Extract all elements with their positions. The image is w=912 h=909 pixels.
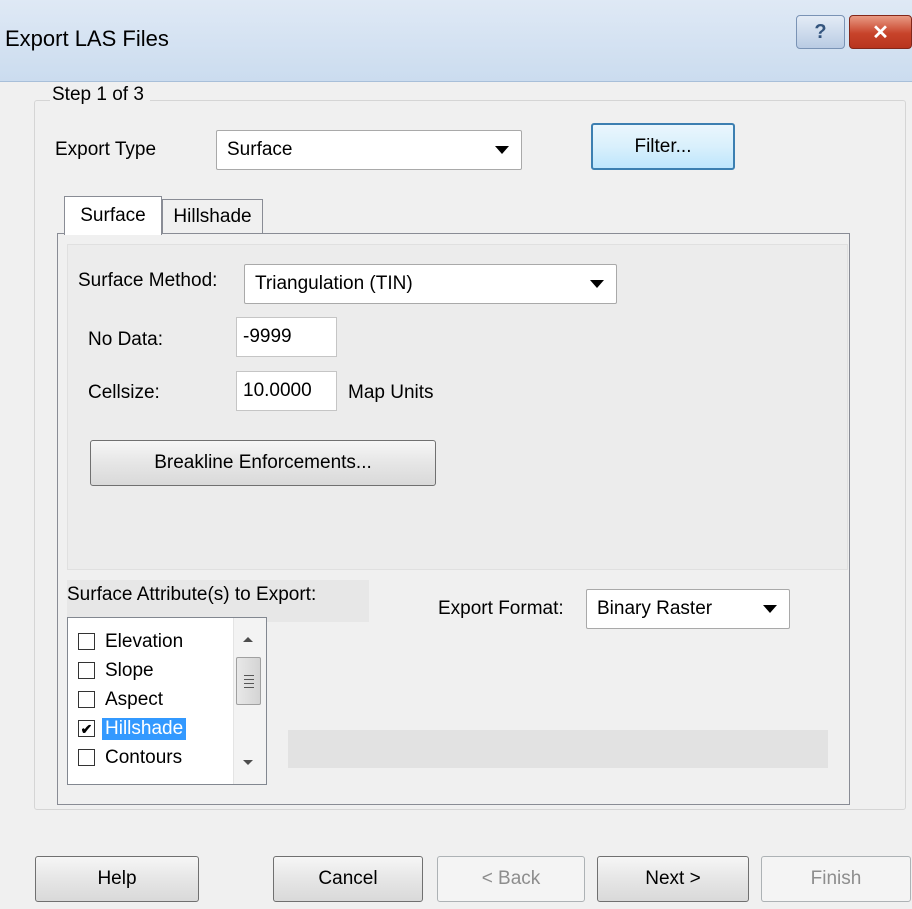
nodata-input[interactable]: -9999	[236, 317, 337, 357]
checkmark-icon: ✔	[80, 720, 93, 737]
list-item[interactable]: ✔ Hillshade	[78, 714, 187, 743]
export-type-label: Export Type	[55, 139, 157, 160]
back-button[interactable]: < Back	[437, 856, 585, 902]
attributes-label: Surface Attribute(s) to Export:	[67, 584, 317, 605]
list-item[interactable]: Contours	[78, 743, 185, 772]
checkbox-elevation[interactable]	[78, 633, 95, 650]
dropdown-arrow-icon	[495, 146, 509, 154]
title-bar[interactable]: Export LAS Files ? ✕	[0, 0, 912, 82]
window-title: Export LAS Files	[5, 26, 169, 51]
checkbox-slope[interactable]	[78, 662, 95, 679]
status-bar	[288, 730, 828, 768]
next-button[interactable]: Next >	[597, 856, 749, 902]
tab-surface[interactable]: Surface	[64, 196, 162, 235]
checkbox-aspect[interactable]	[78, 691, 95, 708]
close-icon: ✕	[872, 21, 889, 44]
finish-button[interactable]: Finish	[761, 856, 911, 902]
question-icon: ?	[814, 20, 827, 43]
surface-method-label: Surface Method:	[78, 270, 218, 291]
help-title-button[interactable]: ?	[796, 15, 845, 49]
scrollbar-thumb[interactable]	[236, 657, 261, 705]
export-format-dropdown[interactable]: Binary Raster	[586, 589, 790, 629]
list-item-label: Contours	[105, 746, 183, 768]
close-button[interactable]: ✕	[849, 15, 912, 49]
export-type-dropdown[interactable]: Surface	[216, 130, 522, 170]
dropdown-arrow-icon	[590, 280, 604, 288]
list-item[interactable]: Aspect	[78, 685, 166, 714]
export-format-label: Export Format:	[438, 598, 564, 619]
list-item[interactable]: Slope	[78, 656, 157, 685]
checkbox-contours[interactable]	[78, 749, 95, 766]
cellsize-units: Map Units	[348, 382, 434, 403]
cancel-button[interactable]: Cancel	[273, 856, 423, 902]
tab-hillshade[interactable]: Hillshade	[162, 199, 263, 233]
list-item-label: Hillshade	[102, 717, 187, 740]
cellsize-label: Cellsize:	[88, 382, 160, 403]
cellsize-input[interactable]: 10.0000	[236, 371, 337, 411]
list-item-label: Aspect	[105, 688, 164, 710]
export-type-value: Surface	[227, 139, 293, 160]
checkbox-hillshade[interactable]: ✔	[78, 720, 95, 737]
breakline-enforcements-button[interactable]: Breakline Enforcements...	[90, 440, 436, 486]
surface-method-value: Triangulation (TIN)	[255, 273, 413, 294]
list-item-label: Elevation	[105, 630, 184, 652]
filter-button[interactable]: Filter...	[591, 123, 735, 170]
scroll-down-icon[interactable]	[241, 758, 255, 768]
help-button[interactable]: Help	[35, 856, 199, 902]
nodata-label: No Data:	[88, 329, 163, 350]
export-format-value: Binary Raster	[597, 598, 713, 619]
surface-method-dropdown[interactable]: Triangulation (TIN)	[244, 264, 617, 304]
dropdown-arrow-icon	[763, 605, 777, 613]
list-item-label: Slope	[105, 659, 154, 681]
step-legend: Step 1 of 3	[50, 84, 150, 106]
scroll-up-icon[interactable]	[241, 634, 255, 644]
list-item[interactable]: Elevation	[78, 627, 186, 656]
